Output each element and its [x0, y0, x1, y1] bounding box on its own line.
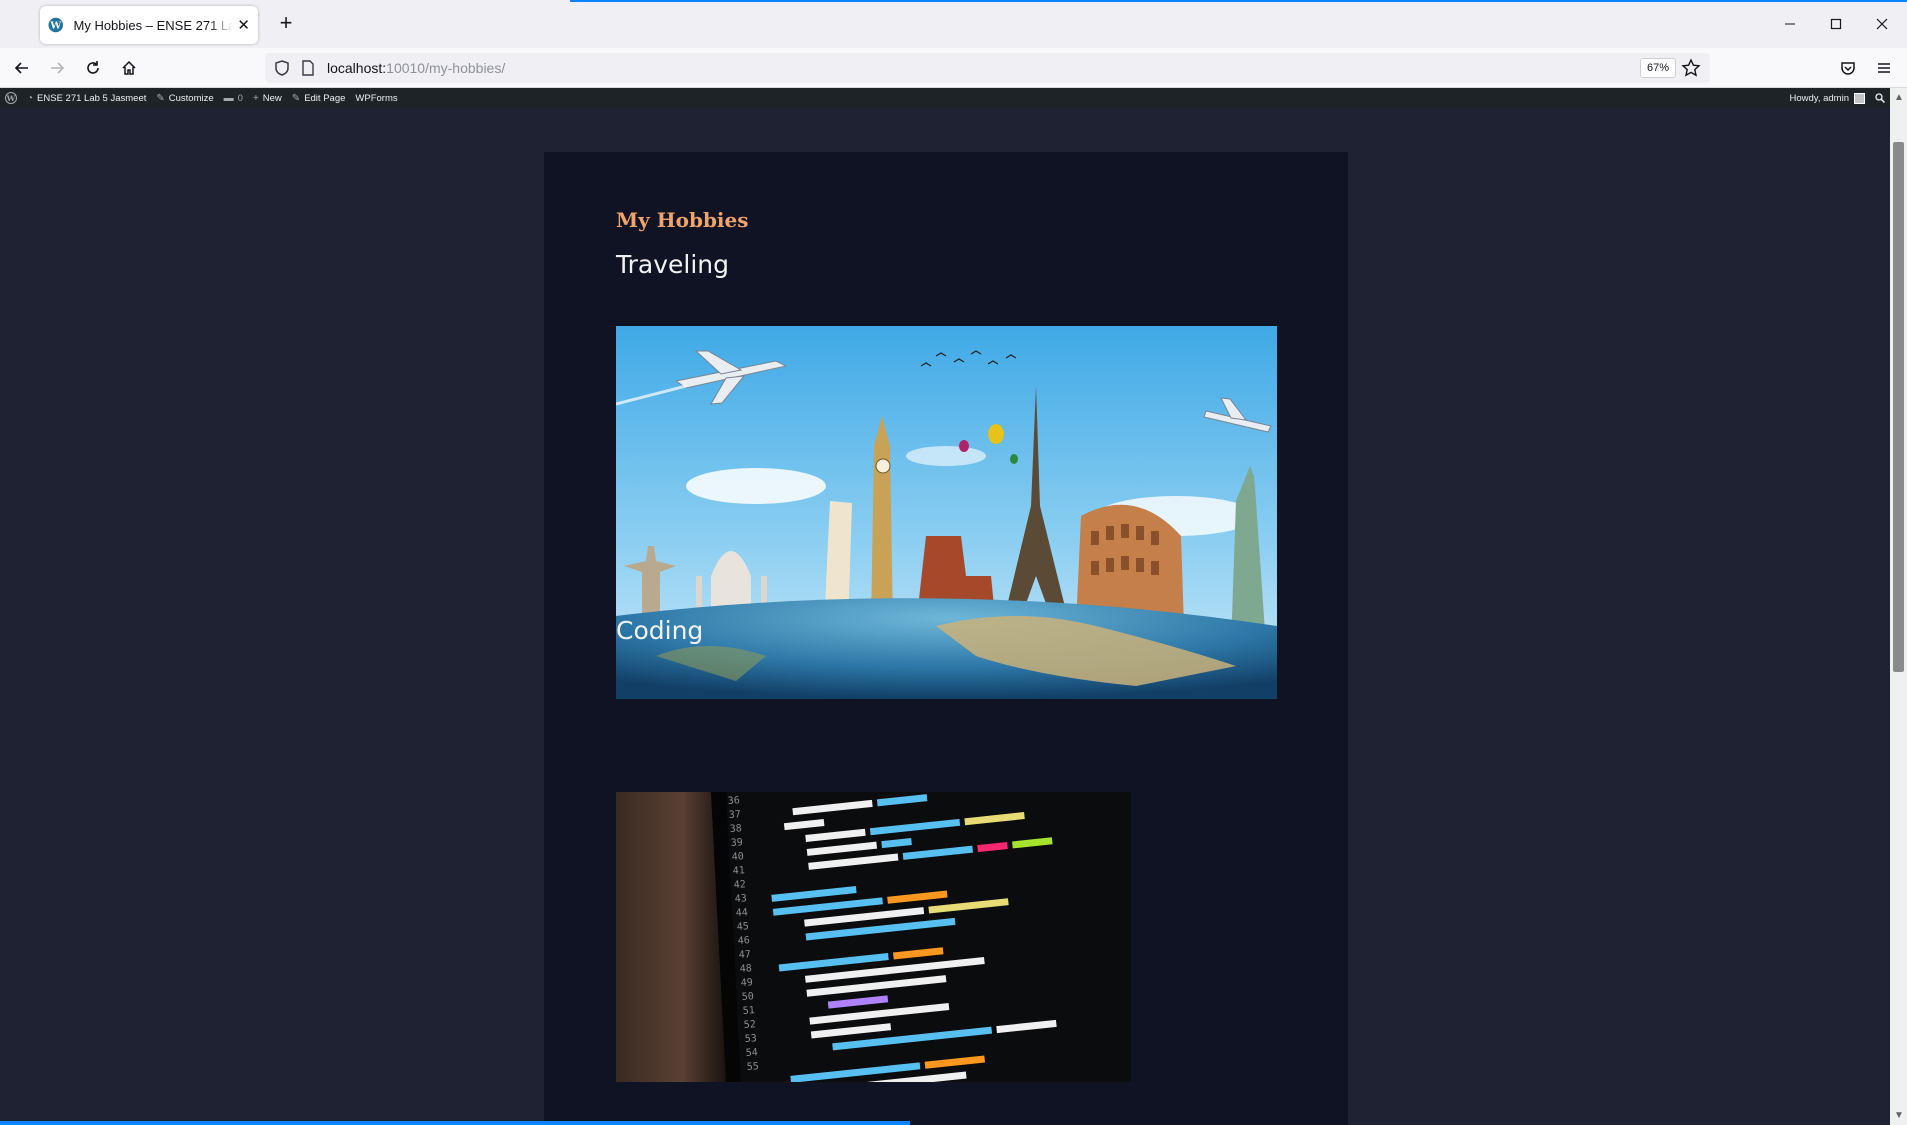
admin-bar-search[interactable] — [1870, 88, 1890, 108]
wordpress-icon: W — [48, 17, 64, 33]
customize-label: Customize — [168, 92, 214, 104]
page-load-progress — [0, 1121, 910, 1125]
section-heading-coding: Coding — [616, 616, 704, 645]
svg-text:40: 40 — [731, 851, 744, 863]
forward-button[interactable] — [42, 54, 72, 82]
plus-icon: + — [252, 92, 259, 104]
svg-text:38: 38 — [729, 823, 742, 835]
tab-strip: W My Hobbies – ENSE 271 Lab 5 Jasmeet ✕ … — [0, 0, 1907, 48]
wp-logo-menu[interactable]: W — [0, 88, 22, 108]
admin-bar-new[interactable]: + New — [248, 88, 287, 108]
page-viewport: My Hobbies Traveling Coding 36 37 38 39 … — [0, 108, 1890, 1125]
admin-bar-site-name[interactable]: ◔ ENSE 271 Lab 5 Jasmeet — [22, 88, 151, 108]
admin-bar-comments[interactable]: ▬ 0 — [219, 88, 248, 108]
svg-text:39: 39 — [730, 837, 743, 849]
paintbrush-icon: ✎ — [156, 92, 165, 104]
svg-text:37: 37 — [728, 809, 741, 821]
browser-tab-active[interactable]: W My Hobbies – ENSE 271 Lab 5 Jasmeet ✕ — [40, 6, 258, 44]
section-heading-traveling: Traveling — [616, 250, 729, 279]
maximize-window-button[interactable] — [1813, 0, 1859, 48]
comments-count: 0 — [237, 92, 243, 104]
pencil-icon: ✎ — [291, 92, 301, 104]
back-button[interactable] — [7, 54, 37, 82]
travel-landmarks-image — [616, 326, 1277, 699]
back-arrow-icon — [14, 62, 28, 74]
home-icon — [122, 60, 136, 75]
new-label: New — [262, 92, 282, 104]
wpforms-label: WPForms — [355, 92, 398, 104]
edit-page-label: Edit Page — [304, 92, 346, 104]
scroll-down-arrow-icon[interactable]: ▼ — [1894, 1110, 1904, 1121]
pocket-button[interactable] — [1833, 54, 1863, 82]
tab-loading-indicator — [570, 0, 1907, 2]
admin-bar-my-account[interactable]: Howdy, admin — [1785, 88, 1871, 108]
wp-admin-bar: W ◔ ENSE 271 Lab 5 Jasmeet ✎ Customize ▬… — [0, 88, 1890, 108]
close-icon — [1876, 18, 1888, 30]
minimize-window-button[interactable] — [1767, 0, 1813, 48]
svg-text:36: 36 — [727, 795, 740, 807]
bookmark-star-icon[interactable] — [1681, 58, 1701, 78]
svg-text:W: W — [49, 20, 61, 31]
address-bar[interactable]: localhost:10010/my-hobbies/ 67% — [265, 53, 1710, 83]
page-title: My Hobbies — [616, 208, 749, 232]
wordpress-logo-icon: W — [5, 92, 17, 104]
svg-text:51: 51 — [742, 1005, 755, 1017]
svg-text:54: 54 — [745, 1047, 758, 1059]
svg-text:55: 55 — [746, 1061, 759, 1073]
svg-text:43: 43 — [734, 893, 747, 905]
minimize-icon — [1785, 23, 1795, 25]
admin-bar-wpforms[interactable]: WPForms — [350, 88, 402, 108]
close-window-button[interactable] — [1859, 0, 1905, 48]
home-button[interactable] — [114, 54, 144, 82]
admin-bar-secondary: Howdy, admin — [1785, 88, 1891, 108]
zoom-level-badge[interactable]: 67% — [1640, 58, 1677, 78]
svg-text:42: 42 — [733, 879, 746, 891]
scroll-up-arrow-icon[interactable]: ▲ — [1894, 92, 1904, 103]
url-text: localhost:10010/my-hobbies/ — [327, 60, 505, 76]
site-name-label: ENSE 271 Lab 5 Jasmeet — [37, 92, 147, 104]
avatar — [1854, 92, 1865, 104]
svg-text:50: 50 — [741, 991, 754, 1003]
svg-text:46: 46 — [737, 935, 750, 947]
svg-text:45: 45 — [736, 921, 749, 933]
content-card: My Hobbies Traveling Coding 36 37 38 39 … — [544, 152, 1348, 1125]
coding-screen-image: 36 37 38 39 40 41 42 43 44 45 46 47 48 4… — [616, 792, 1131, 1082]
reload-icon — [87, 61, 99, 74]
howdy-label: Howdy, admin — [1789, 92, 1850, 104]
svg-text:41: 41 — [732, 865, 745, 877]
forward-arrow-icon — [51, 62, 65, 74]
admin-bar-edit-page[interactable]: ✎ Edit Page — [287, 88, 351, 108]
new-tab-button[interactable]: + — [272, 10, 300, 38]
pocket-icon — [1841, 62, 1855, 75]
svg-text:53: 53 — [744, 1033, 757, 1045]
maximize-icon — [1830, 18, 1842, 30]
hamburger-menu-icon — [1878, 63, 1890, 73]
tracking-protection-shield-icon[interactable] — [273, 59, 291, 77]
page-scrollbar[interactable]: ▲ ▼ — [1890, 88, 1907, 1125]
reload-button[interactable] — [78, 54, 108, 82]
svg-text:48: 48 — [739, 963, 752, 975]
url-path: 10010/my-hobbies/ — [386, 60, 506, 76]
dashboard-gauge-icon: ◔ — [27, 92, 34, 104]
svg-text:52: 52 — [743, 1019, 756, 1031]
scrollbar-thumb[interactable] — [1893, 142, 1904, 672]
url-host: localhost: — [327, 60, 387, 76]
svg-text:49: 49 — [740, 977, 753, 989]
search-icon — [1875, 93, 1885, 103]
page-info-icon[interactable] — [301, 60, 315, 76]
svg-text:44: 44 — [735, 907, 748, 919]
app-menu-button[interactable] — [1869, 54, 1899, 82]
admin-bar-customize[interactable]: ✎ Customize — [151, 88, 218, 108]
tab-title: My Hobbies – ENSE 271 Lab 5 Jasmeet — [73, 17, 234, 33]
close-tab-icon[interactable]: ✕ — [237, 16, 250, 34]
navigation-toolbar: localhost:10010/my-hobbies/ 67% — [0, 48, 1907, 88]
svg-text:47: 47 — [738, 949, 751, 961]
comment-bubble-icon: ▬ — [223, 92, 234, 104]
svg-text:W: W — [6, 94, 16, 103]
